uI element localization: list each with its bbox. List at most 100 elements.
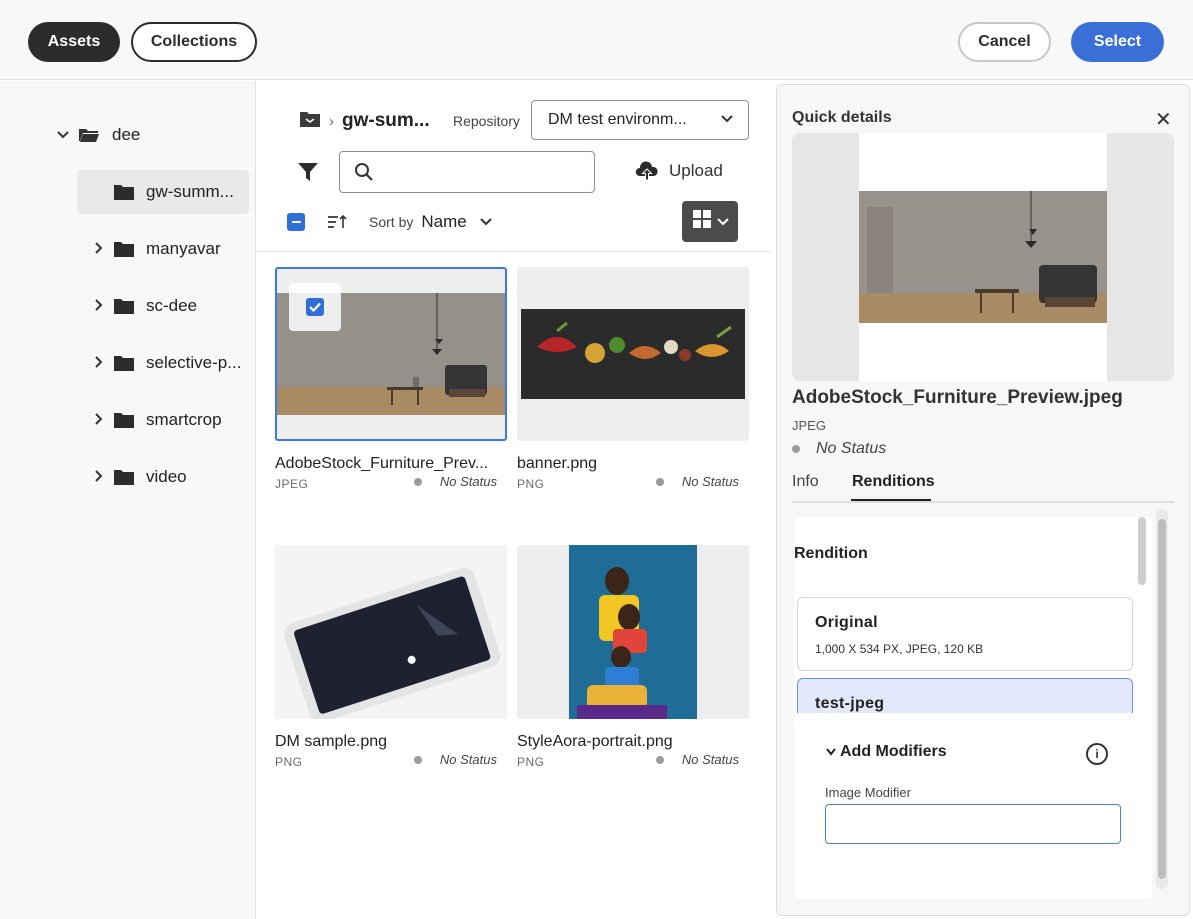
- search-field[interactable]: [339, 151, 595, 193]
- tree-item-selective-p[interactable]: selective-p...: [92, 341, 241, 385]
- cancel-button[interactable]: Cancel: [958, 22, 1051, 62]
- view-toggle-button[interactable]: [682, 201, 738, 242]
- active-tab-indicator: [851, 499, 931, 501]
- repository-select[interactable]: DM test environm...: [531, 100, 749, 140]
- chevron-right-icon[interactable]: [92, 298, 106, 315]
- tree-item-label: selective-p...: [146, 353, 242, 372]
- panel-scrollbar-thumb[interactable]: [1158, 519, 1166, 879]
- folder-icon: [114, 241, 134, 257]
- folder-icon: [114, 184, 134, 200]
- rendition-heading: Rendition: [794, 545, 868, 562]
- tree-item-video[interactable]: video: [92, 455, 187, 499]
- asset-thumbnail[interactable]: [517, 267, 749, 441]
- folder-icon: [114, 469, 134, 485]
- asset-thumbnail[interactable]: [517, 545, 749, 719]
- renditions-list: Rendition Original 1,000 X 534 PX, JPEG,…: [794, 517, 1152, 899]
- asset-name: StyleAora-portrait.png: [517, 733, 673, 750]
- tree-item-gw-summ[interactable]: gw-summ...: [77, 170, 249, 214]
- chevron-down-icon: [720, 111, 734, 129]
- rendition-detail: 1,000 X 534 PX, JPEG, 120 KB: [815, 642, 984, 656]
- info-icon[interactable]: i: [1086, 743, 1108, 765]
- asset-type: PNG: [275, 755, 303, 769]
- preview-canvas: [859, 133, 1107, 381]
- image-modifier-input[interactable]: [825, 804, 1121, 844]
- asset-type: JPEG: [275, 477, 309, 491]
- portrait-image: [569, 545, 697, 719]
- asset-type: PNG: [517, 755, 545, 769]
- asset-thumbnail[interactable]: [275, 267, 507, 441]
- asset-status: No Status: [413, 474, 497, 489]
- tree-item-label: sc-dee: [146, 296, 198, 315]
- asset-status-text: No Status: [439, 474, 497, 489]
- panel-scrollbar[interactable]: [1156, 509, 1168, 889]
- tree-item-label: video: [146, 467, 187, 486]
- rendition-item-original[interactable]: Original 1,000 X 534 PX, JPEG, 120 KB: [797, 597, 1133, 671]
- chevron-right-icon[interactable]: [92, 412, 106, 429]
- details-tabs: Info Renditions: [792, 473, 1174, 503]
- collections-tab-button[interactable]: Collections: [131, 22, 257, 62]
- sort-toolbar: Sort by Name: [287, 209, 493, 235]
- banner-image: [521, 309, 745, 399]
- sort-value[interactable]: Name: [421, 212, 466, 232]
- folder-tree: dee gw-summ... manyavar sc-dee selective…: [0, 81, 256, 919]
- tree-item-label: gw-summ...: [146, 182, 234, 201]
- tree-root-label: dee: [112, 125, 141, 144]
- tree-item-manyavar[interactable]: manyavar: [92, 227, 221, 271]
- tree-root-dee[interactable]: dee: [56, 113, 140, 157]
- asset-status-text: No Status: [816, 440, 887, 457]
- renditions-scrollbar[interactable]: [1138, 517, 1146, 585]
- add-modifiers-label: Add Modifiers: [840, 743, 947, 760]
- filter-icon[interactable]: [297, 161, 319, 183]
- select-all-checkbox[interactable]: [287, 213, 305, 231]
- search-icon: [354, 162, 374, 187]
- assets-tab-button[interactable]: Assets: [28, 22, 120, 62]
- tree-item-label: manyavar: [146, 239, 221, 258]
- asset-file-name: AdobeStock_Furniture_Preview.jpeg: [792, 387, 1123, 408]
- status-dot-icon: [413, 755, 422, 764]
- tree-item-label: smartcrop: [146, 410, 222, 429]
- tab-info[interactable]: Info: [792, 473, 819, 491]
- asset-select-checkbox[interactable]: [289, 283, 341, 331]
- folder-icon: [114, 298, 134, 314]
- repository-label: Repository: [453, 113, 520, 129]
- asset-status: No Status: [792, 440, 886, 458]
- asset-thumbnail[interactable]: [275, 545, 507, 719]
- tree-item-smartcrop[interactable]: smartcrop: [92, 398, 222, 442]
- grid-view-icon: [692, 209, 714, 234]
- search-input[interactable]: [384, 160, 584, 184]
- select-button[interactable]: Select: [1071, 22, 1164, 62]
- add-modifiers-toggle[interactable]: Add Modifiers: [826, 743, 947, 761]
- asset-name: AdobeStock_Furniture_Prev...: [275, 455, 489, 472]
- chevron-right-icon[interactable]: [92, 469, 106, 486]
- tab-renditions[interactable]: Renditions: [852, 473, 935, 491]
- top-bar: Assets Collections Cancel Select: [0, 0, 1193, 80]
- chevron-down-icon: [716, 217, 729, 226]
- asset-name: banner.png: [517, 455, 598, 472]
- sort-direction-icon[interactable]: [327, 214, 349, 230]
- breadcrumb-separator-icon: ›: [329, 112, 334, 130]
- status-dot-icon: [655, 477, 664, 486]
- folder-browse-icon[interactable]: [299, 110, 321, 133]
- cloud-upload-icon: [635, 161, 659, 181]
- tree-item-sc-dee[interactable]: sc-dee: [92, 284, 197, 328]
- quick-details-title: Quick details: [792, 109, 892, 126]
- chevron-right-icon[interactable]: [92, 355, 106, 372]
- asset-type: PNG: [517, 477, 545, 491]
- chevron-right-icon[interactable]: [92, 241, 106, 258]
- chevron-down-icon[interactable]: [56, 127, 70, 143]
- sort-by-label: Sort by: [369, 214, 414, 230]
- chevron-down-icon[interactable]: [479, 217, 493, 227]
- repository-value: DM test environm...: [548, 111, 687, 128]
- status-dot-icon: [413, 477, 422, 486]
- asset-status-text: No Status: [681, 752, 739, 767]
- quick-details-panel: Quick details ✕ AdobeStock_Furniture_Pre…: [776, 84, 1190, 916]
- asset-file-type: JPEG: [792, 418, 826, 433]
- upload-button[interactable]: Upload: [635, 161, 723, 181]
- toolbar-divider: [257, 251, 771, 252]
- asset-status-text: No Status: [439, 752, 497, 767]
- close-icon[interactable]: ✕: [1155, 107, 1172, 132]
- rendition-name: Original: [815, 614, 878, 631]
- folder-icon: [114, 355, 134, 371]
- asset-status: No Status: [413, 752, 497, 767]
- dm-sample-image: [275, 545, 507, 719]
